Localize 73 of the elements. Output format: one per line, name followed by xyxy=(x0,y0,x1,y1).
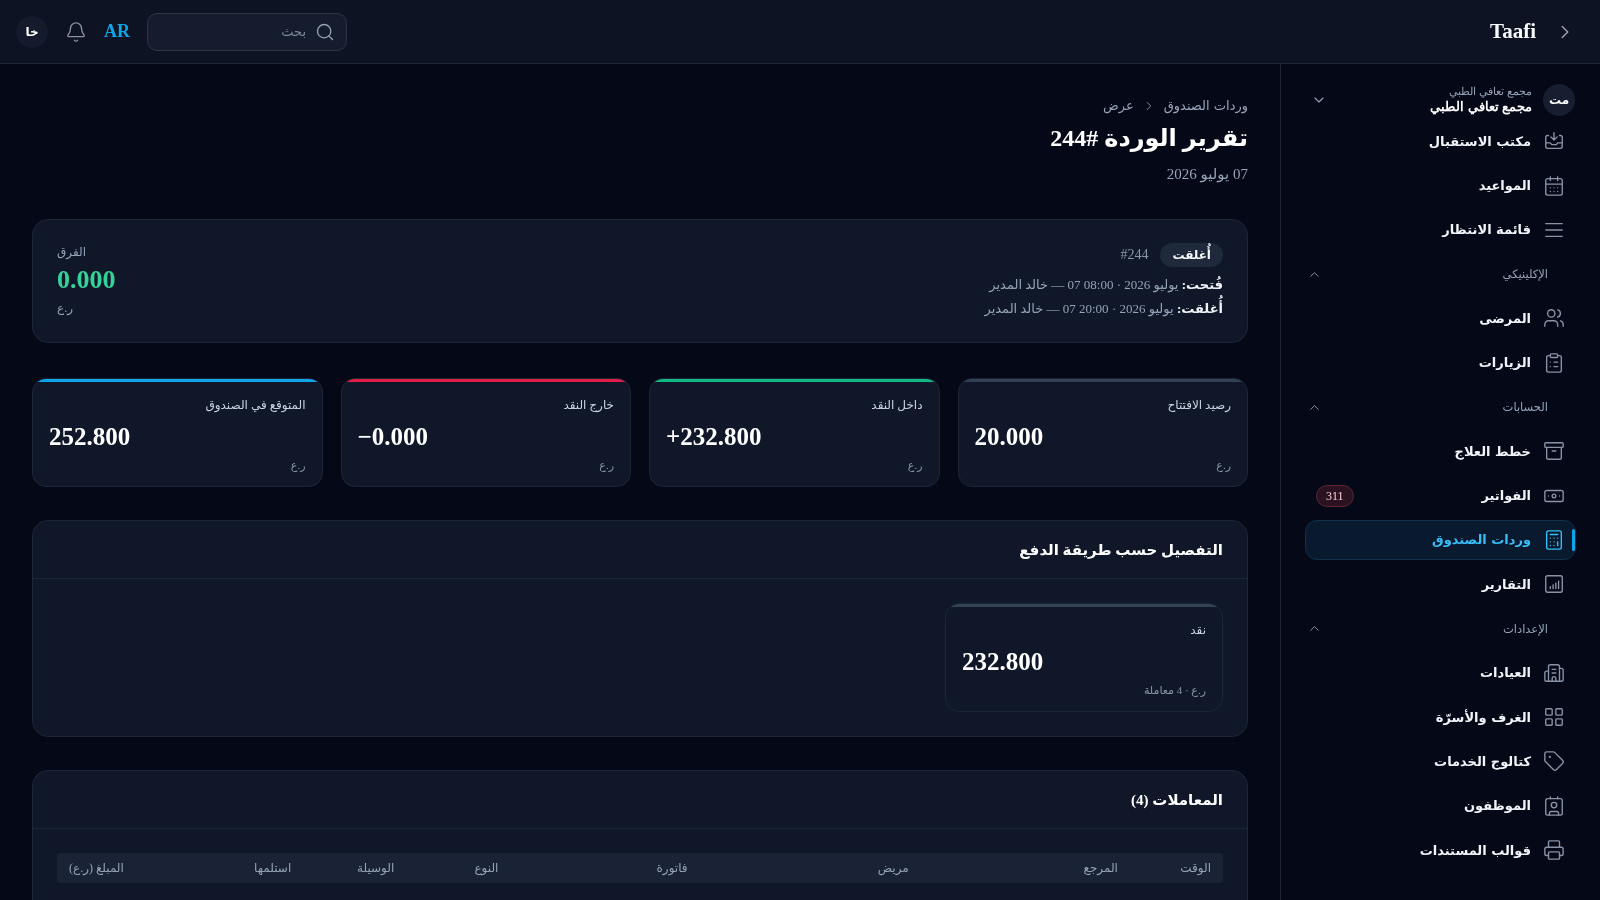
calculator-icon xyxy=(1543,528,1565,551)
user-avatar[interactable]: خا xyxy=(16,15,48,48)
stat-label: خارج النقد xyxy=(562,397,614,413)
sidebar-item[interactable]: المرضى xyxy=(1305,298,1576,339)
opened-info: فُتحت: يوليو 2026 · 08:00 07 — خالد المدير xyxy=(989,275,1223,295)
column-header: الوقت xyxy=(1179,860,1212,876)
sidebar-item[interactable]: الغرف والأسرّة xyxy=(1305,697,1576,738)
sidebar-item[interactable]: قوالب المستندات xyxy=(1305,830,1576,871)
bar-chart-icon xyxy=(1543,573,1565,596)
contact-card-icon xyxy=(1543,794,1565,817)
archive-icon xyxy=(1543,440,1565,463)
organization-avatar: مت xyxy=(1543,84,1575,116)
calendar-icon xyxy=(1543,174,1565,197)
organization-name: مجمع تعافي الطبي xyxy=(1430,99,1532,116)
organization-caption: مجمع تعافي الطبي xyxy=(1448,84,1532,98)
section-header[interactable]: الحسابات xyxy=(1305,387,1576,428)
difference-value: 0.000 xyxy=(57,265,116,295)
difference-unit: ر.ع xyxy=(57,300,73,316)
stat-label: رصيد الافتتاح xyxy=(1166,397,1231,413)
sidebar-item[interactable]: الموظفون xyxy=(1305,785,1576,826)
search-icon xyxy=(315,21,335,42)
method-label: نقد xyxy=(1189,622,1206,638)
sidebar-item[interactable]: وردات الصندوق xyxy=(1305,519,1576,560)
sidebar-item[interactable]: التقارير xyxy=(1305,564,1576,605)
section-header[interactable]: الإكلينيكي xyxy=(1305,254,1576,295)
breadcrumb-current: عرض xyxy=(1103,98,1134,113)
sidebar-item[interactable]: مكتب الاستقبال xyxy=(1305,121,1576,162)
difference-label: الفرق xyxy=(57,244,86,260)
stat-value: 20.000 xyxy=(974,423,1045,451)
method-value: 232.800 xyxy=(962,648,1045,676)
section-title: التفصيل حسب طريقة الدفع xyxy=(1019,540,1223,559)
sidebar-item[interactable]: الزيارات xyxy=(1305,342,1576,383)
column-header: مريض xyxy=(876,860,910,876)
method-detail: ر.ع · 4 معاملة xyxy=(1142,683,1206,698)
stat-unit: ر.ع xyxy=(598,458,614,473)
column-header: الوسيلة xyxy=(356,860,396,876)
status-badge: أُغلقت xyxy=(1160,243,1223,267)
tag-icon xyxy=(1543,750,1565,773)
search-field[interactable]: بحث xyxy=(147,12,347,51)
users-icon xyxy=(1543,307,1565,330)
column-header: استلمها xyxy=(253,860,293,876)
column-header: المبلغ (ر.ع) xyxy=(68,860,125,876)
shift-number: #244 xyxy=(1120,247,1149,263)
stat-value: 252.800 xyxy=(49,423,132,451)
sidebar-item[interactable]: خطط العلاج xyxy=(1305,431,1576,472)
grid-icon xyxy=(1543,706,1565,729)
sidebar-item[interactable]: العيادات xyxy=(1305,652,1576,693)
page-title: تقرير الوردة #244 xyxy=(1049,124,1248,154)
stat-value: +232.800 xyxy=(666,423,763,451)
printer-icon xyxy=(1543,839,1565,862)
column-header: المرجع xyxy=(1082,860,1119,876)
stat-value: −0.000 xyxy=(357,423,429,451)
count-badge: 311 xyxy=(1316,484,1354,507)
section-title: المعاملات (4) xyxy=(1131,790,1223,809)
stat-label: داخل النقد xyxy=(870,397,923,413)
column-header: فاتورة xyxy=(655,860,689,876)
sidebar-item[interactable]: المواعيد xyxy=(1305,165,1576,206)
page-date: 07 يوليو 2026 xyxy=(1165,165,1248,185)
sidebar-item[interactable]: قائمة الانتظار xyxy=(1305,209,1576,250)
stat-unit: ر.ع xyxy=(1215,458,1231,473)
language-button[interactable]: AR xyxy=(104,21,130,42)
building-icon xyxy=(1543,661,1565,684)
stat-unit: ر.ع xyxy=(906,458,923,473)
clipboard-icon xyxy=(1543,351,1565,374)
brand-name: Taafi xyxy=(1490,19,1536,44)
stat-label: المتوقع في الصندوق xyxy=(204,397,306,413)
stat-unit: ر.ع xyxy=(289,458,306,473)
column-header: النوع xyxy=(473,860,500,876)
section-header[interactable]: الإعدادات xyxy=(1305,608,1576,649)
organization-switcher[interactable]: مت مجمع تعافي الطبي مجمع تعافي الطبي xyxy=(1305,83,1576,117)
bell-icon[interactable] xyxy=(65,20,87,43)
sidebar-item[interactable]: كتالوج الخدمات xyxy=(1305,741,1576,782)
breadcrumb-link[interactable]: وردات الصندوق xyxy=(1163,98,1248,113)
